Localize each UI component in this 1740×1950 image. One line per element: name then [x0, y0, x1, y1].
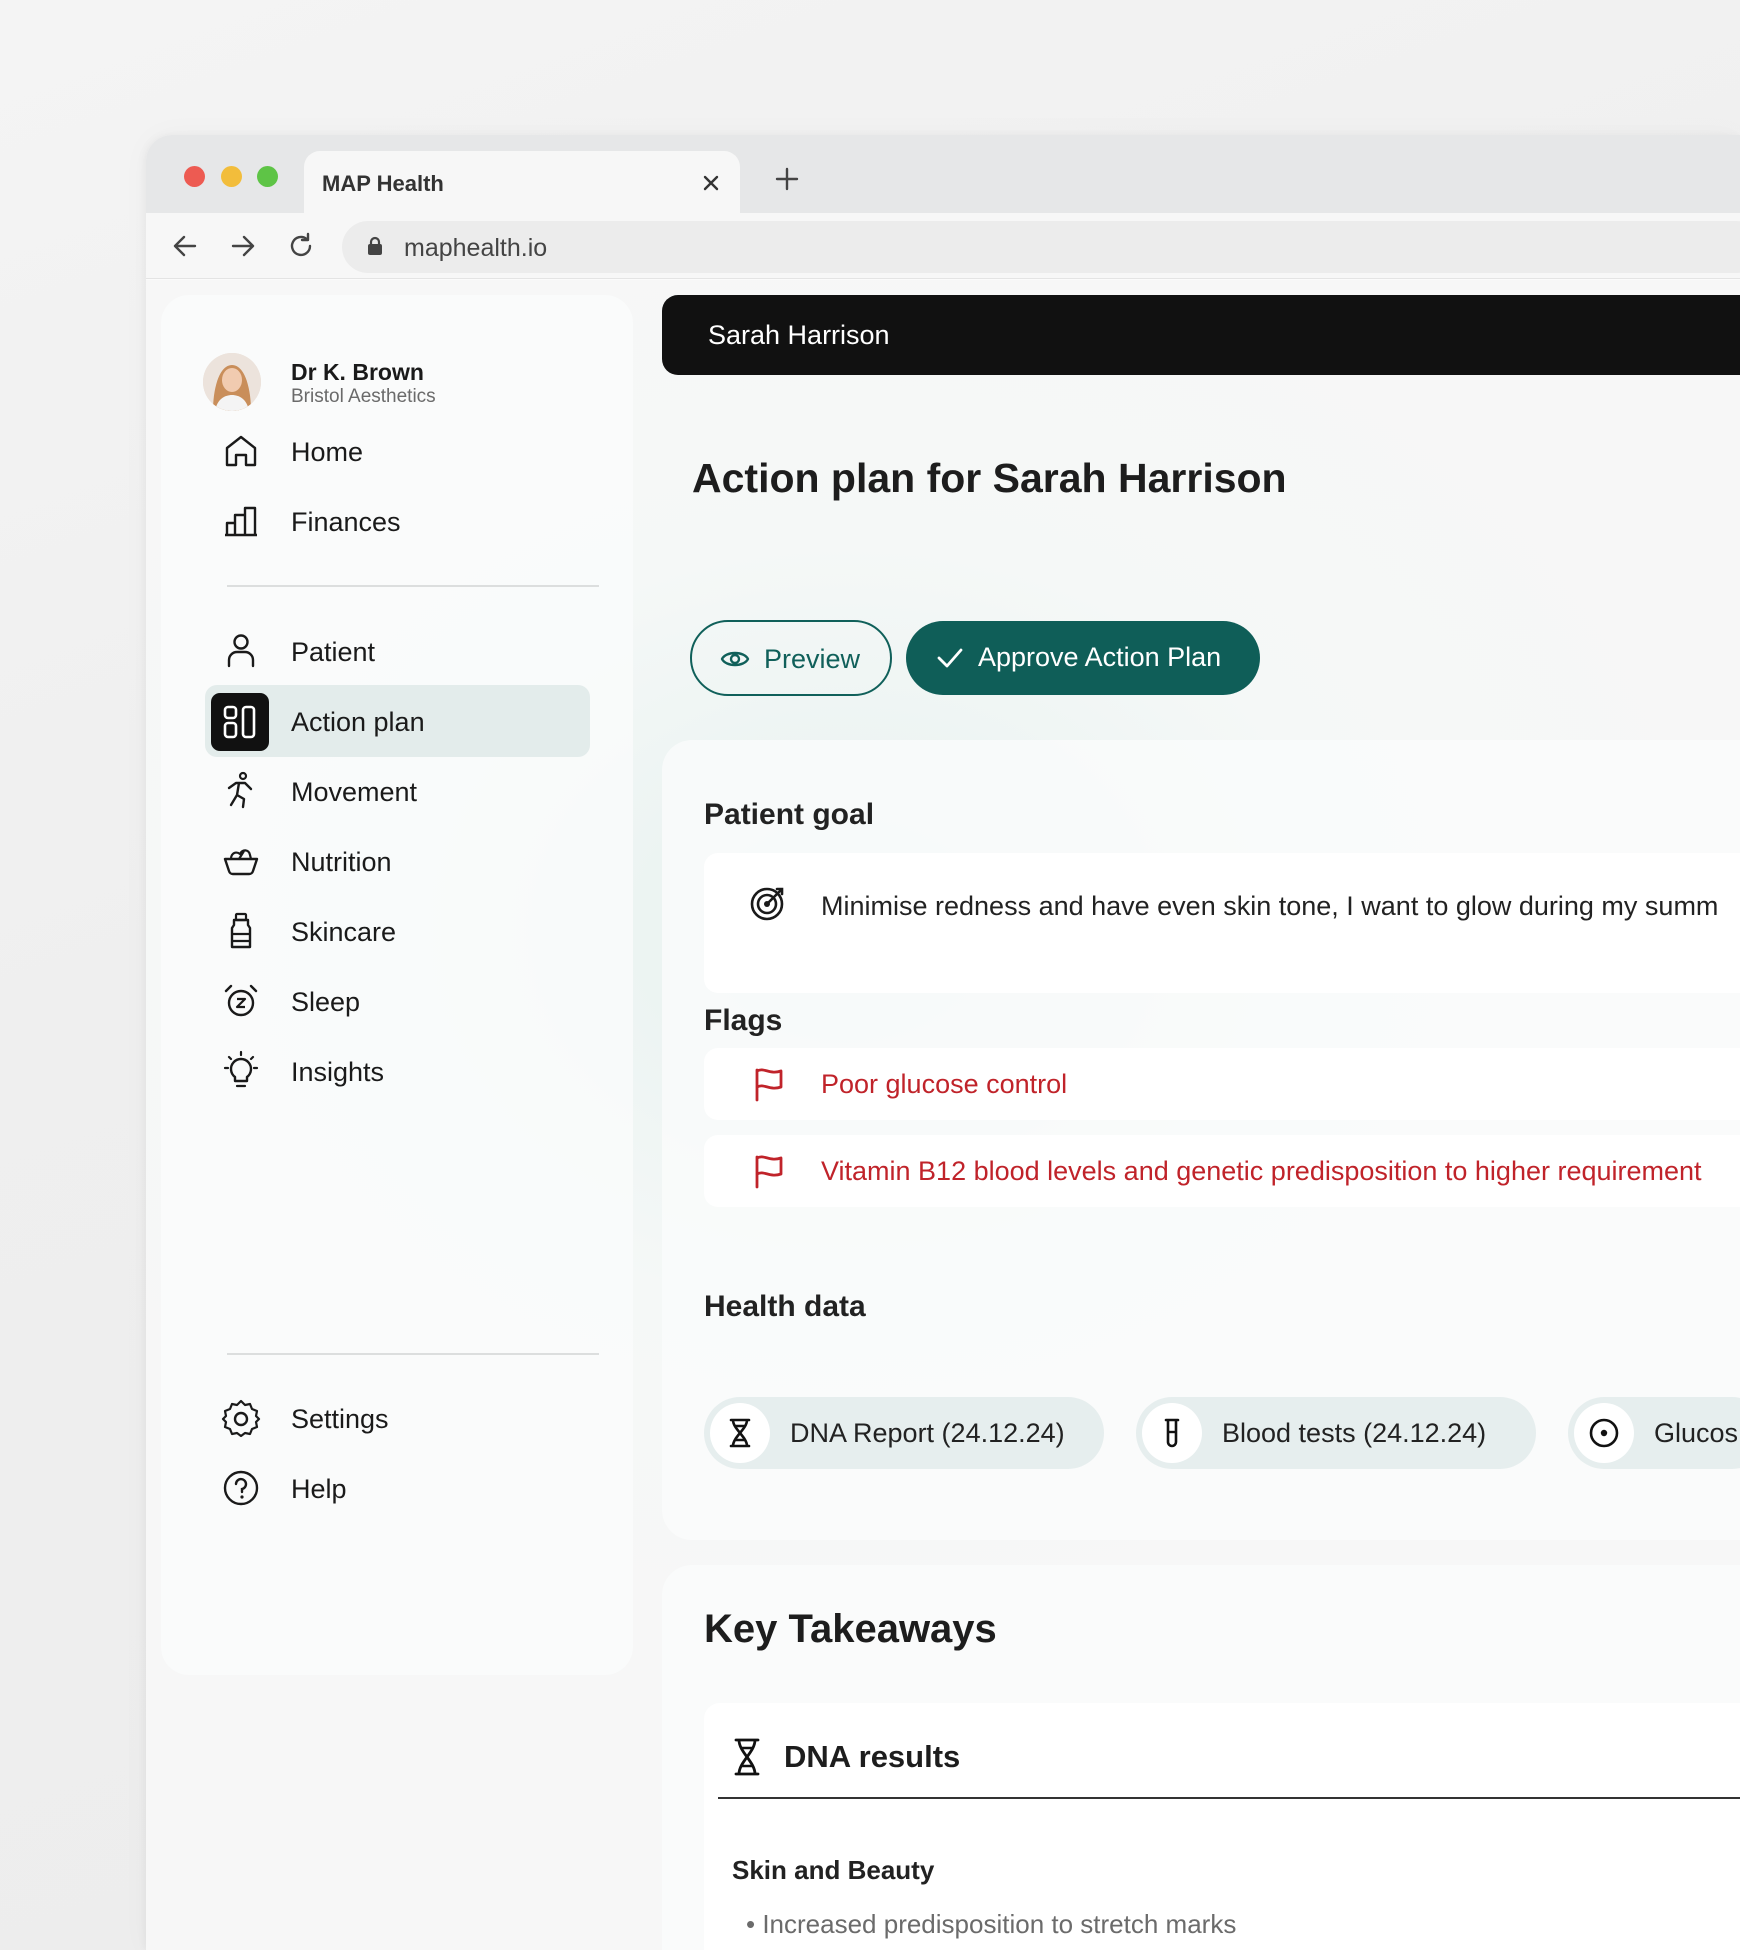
dna-results-section: DNA results Skin and Beauty • Increased …: [704, 1703, 1740, 1950]
sidebar-item-label: Action plan: [291, 707, 425, 737]
section-divider: [718, 1797, 1740, 1799]
patient-goal-heading: Patient goal: [704, 798, 875, 831]
patient-bar: Sarah Harrison: [662, 295, 1740, 375]
check-icon: [937, 648, 963, 668]
url-text: maphealth.io: [404, 234, 548, 262]
chip-icon: [1142, 1403, 1202, 1463]
sidebar-item-label: Nutrition: [291, 847, 392, 877]
sidebar-item-home[interactable]: Home: [205, 415, 590, 487]
maximize-window-button[interactable]: [257, 166, 278, 187]
patient-goal-box: Minimise redness and have even skin tone…: [704, 853, 1740, 993]
dna-results-heading: DNA results: [784, 1739, 961, 1774]
close-icon[interactable]: [701, 173, 721, 193]
running-icon: [227, 771, 253, 809]
home-icon: [225, 435, 257, 467]
dna-icon: [729, 1418, 751, 1448]
sidebar-item-label: Skincare: [291, 917, 397, 947]
skin-and-beauty-heading: Skin and Beauty: [732, 1855, 935, 1885]
doctor-name: Dr K. Brown: [291, 359, 424, 385]
chip-label: Blood tests (24.12.24): [1222, 1418, 1487, 1448]
sensor-icon: [1589, 1418, 1619, 1448]
sidebar-item-patient[interactable]: Patient: [205, 615, 590, 687]
app-page: Dr K. Brown Bristol Aesthetics Home Fina…: [146, 280, 1740, 1950]
forward-arrow-icon[interactable]: [228, 231, 258, 261]
flag-text: Poor glucose control: [821, 1069, 1068, 1099]
person-icon: [227, 634, 255, 668]
chip-label: Glucos: [1654, 1418, 1739, 1448]
page-title: Action plan for Sarah Harrison: [692, 455, 1287, 501]
minimize-window-button[interactable]: [221, 166, 242, 187]
list-item-text: Increased predisposition to stretch mark…: [762, 1909, 1237, 1939]
sidebar-item-label: Help: [291, 1474, 347, 1504]
sidebar-item-settings[interactable]: Settings: [205, 1382, 590, 1454]
flag-icon: [755, 1068, 783, 1102]
flags-heading: Flags: [704, 1004, 783, 1037]
target-icon: [750, 887, 784, 921]
sidebar-divider: [227, 1353, 599, 1355]
sidebar-item-action-plan[interactable]: Action plan: [205, 685, 590, 757]
back-arrow-icon[interactable]: [170, 231, 200, 261]
flag-icon: [755, 1155, 783, 1189]
health-data-heading: Health data: [704, 1290, 866, 1323]
sidebar-item-sleep[interactable]: Sleep: [205, 965, 590, 1037]
key-takeaways-card: Key Takeaways DNA results Skin and Beaut…: [662, 1565, 1740, 1950]
gear-icon: [221, 1399, 261, 1438]
plus-icon[interactable]: [774, 166, 800, 192]
dna-report-chip[interactable]: DNA Report (24.12.24): [704, 1397, 1104, 1469]
sidebar-item-label: Movement: [291, 777, 418, 807]
sidebar-item-label: Insights: [291, 1057, 385, 1087]
sidebar-item-finances[interactable]: Finances: [205, 485, 590, 557]
browser-toolbar: maphealth.io: [146, 213, 1740, 279]
glucose-chip[interactable]: Glucos: [1568, 1397, 1740, 1469]
browser-window: MAP Health maphealth.io Dr K. Brown Bris…: [146, 135, 1740, 1950]
patient-name: Sarah Harrison: [708, 320, 890, 350]
flag-item[interactable]: Poor glucose control: [704, 1048, 1740, 1120]
sidebar-item-nutrition[interactable]: Nutrition: [205, 825, 590, 897]
help-icon: [223, 1470, 259, 1506]
patient-goal-text: Minimise redness and have even skin tone…: [821, 891, 1719, 921]
tab-bar: MAP Health: [146, 135, 1740, 213]
address-bar[interactable]: maphealth.io: [342, 221, 1740, 273]
chip-label: DNA Report (24.12.24): [790, 1418, 1065, 1448]
sidebar-item-label: Sleep: [291, 987, 361, 1017]
bottle-icon: [230, 912, 252, 949]
dna-icon: [734, 1738, 760, 1776]
sidebar-item-help[interactable]: Help: [205, 1452, 590, 1524]
flag-text: Vitamin B12 blood levels and genetic pre…: [821, 1156, 1702, 1186]
preview-button[interactable]: Preview: [690, 620, 892, 696]
patient-summary-card: Patient goal Minimise redness and have e…: [662, 740, 1740, 1540]
bar-chart-icon: [225, 506, 257, 537]
sidebar-item-label: Home: [291, 437, 364, 467]
alarm-clock-icon: [224, 984, 258, 1017]
approve-action-plan-button[interactable]: Approve Action Plan: [906, 621, 1260, 695]
sidebar-item-insights[interactable]: Insights: [205, 1035, 590, 1107]
sidebar-item-label: Patient: [291, 637, 376, 667]
avatar[interactable]: [203, 353, 261, 411]
lightbulb-icon: [223, 1050, 259, 1088]
sidebar: Dr K. Brown Bristol Aesthetics Home Fina…: [161, 295, 633, 1675]
blood-tests-chip[interactable]: Blood tests (24.12.24): [1136, 1397, 1536, 1469]
flag-item[interactable]: Vitamin B12 blood levels and genetic pre…: [704, 1135, 1740, 1207]
sidebar-item-label: Settings: [291, 1404, 389, 1434]
tab-title: MAP Health: [322, 171, 444, 196]
reload-icon[interactable]: [286, 231, 316, 261]
approve-label: Approve Action Plan: [978, 642, 1222, 672]
chip-icon: [710, 1403, 770, 1463]
bowl-icon: [223, 849, 259, 876]
test-tube-icon: [1164, 1418, 1180, 1448]
sidebar-divider: [227, 585, 599, 587]
eye-icon: [720, 651, 750, 667]
browser-tab[interactable]: MAP Health: [304, 151, 740, 213]
close-window-button[interactable]: [184, 166, 205, 187]
key-takeaways-heading: Key Takeaways: [704, 1607, 997, 1651]
sidebar-item-movement[interactable]: Movement: [205, 755, 590, 827]
sidebar-item-label: Finances: [291, 507, 401, 537]
clinic-name: Bristol Aesthetics: [291, 386, 436, 407]
chip-icon: [1574, 1403, 1634, 1463]
lock-icon: [368, 236, 382, 255]
preview-label: Preview: [764, 644, 861, 674]
sidebar-item-skincare[interactable]: Skincare: [205, 895, 590, 967]
list-item: • Increased predisposition to stretch ma…: [746, 1909, 1237, 1939]
action-plan-icon: [211, 693, 269, 751]
